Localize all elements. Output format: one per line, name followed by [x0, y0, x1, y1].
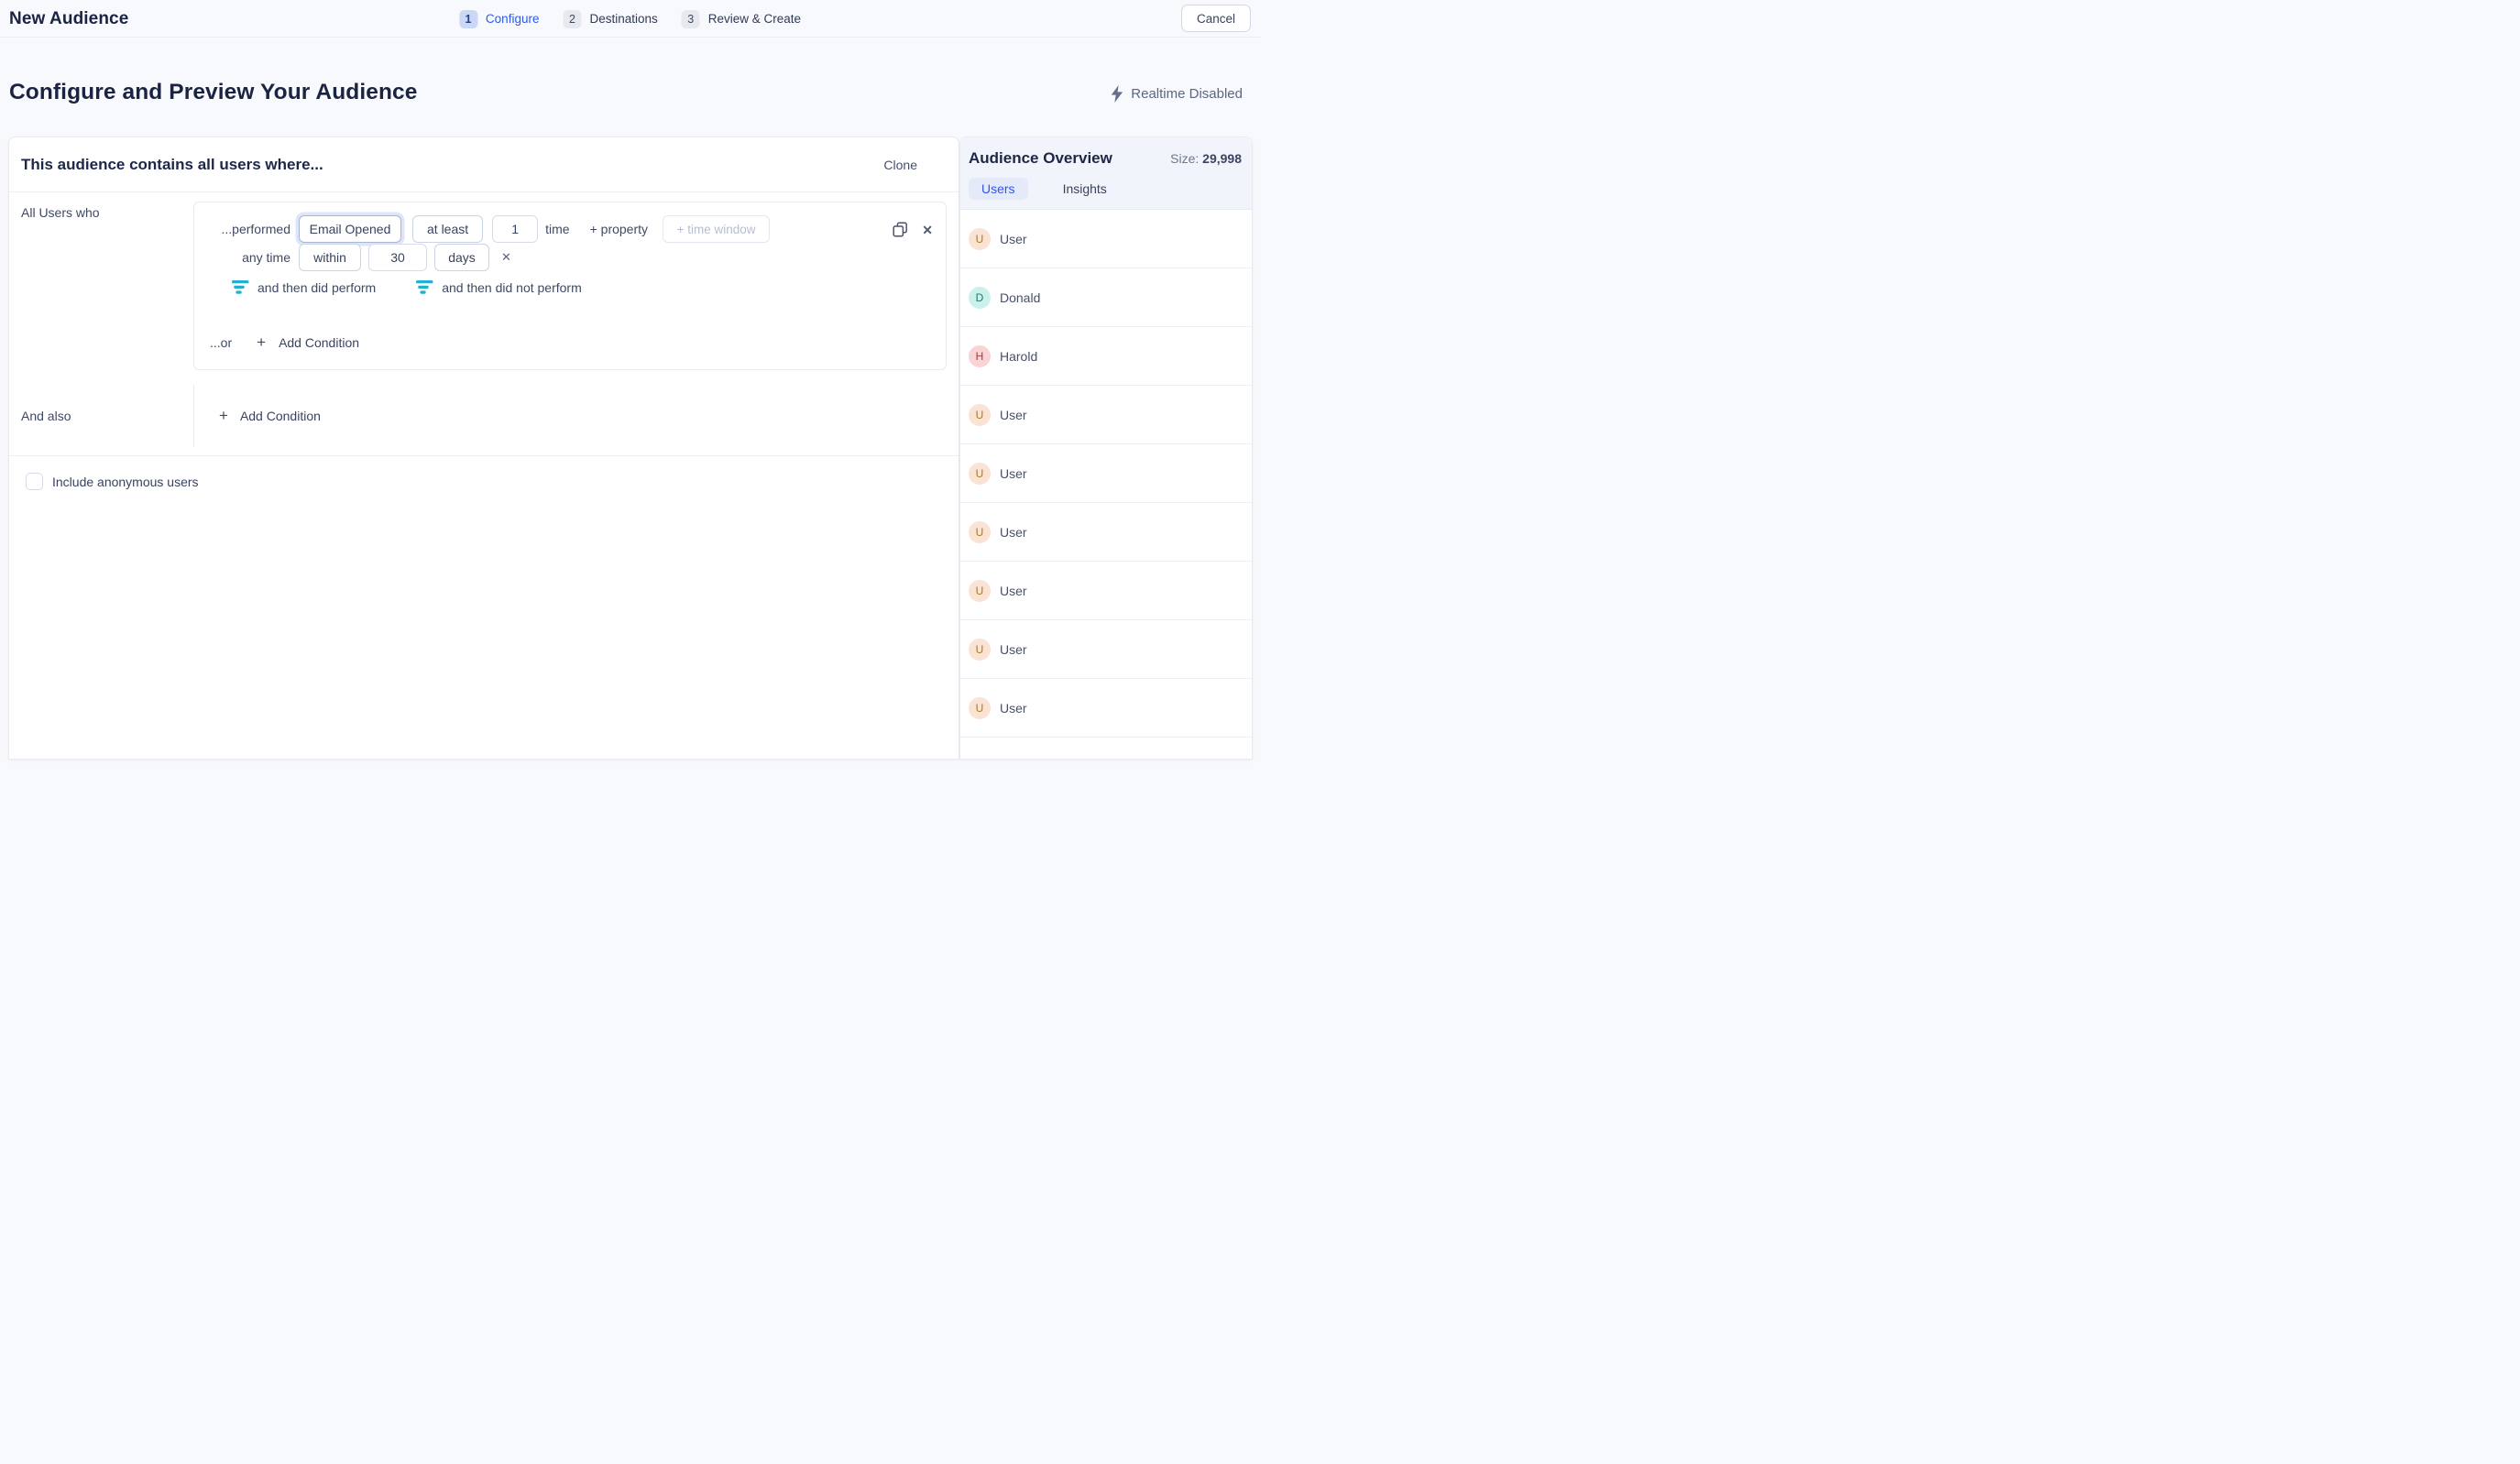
overview-tabs: Users Insights: [969, 178, 1120, 200]
plus-icon: +: [257, 333, 266, 352]
then-did-not-perform-button[interactable]: and then did not perform: [416, 280, 582, 295]
user-row[interactable]: H Harold: [960, 327, 1252, 386]
realtime-status: Realtime Disabled: [1111, 84, 1243, 103]
lightning-bolt-icon: [1111, 85, 1123, 103]
step-number-badge: 1: [459, 10, 477, 28]
funnel-filter-icon: [416, 280, 433, 294]
step-number-badge: 3: [682, 10, 700, 28]
time-window-row: any time within days ✕: [194, 244, 946, 271]
page-heading: Configure and Preview Your Audience: [9, 80, 418, 105]
builder-card-title: This audience contains all users where..…: [21, 156, 323, 174]
or-label: ...or: [210, 335, 232, 350]
event-select[interactable]: Email Opened: [299, 215, 401, 243]
then-did-perform-button[interactable]: and then did perform: [232, 280, 376, 295]
user-row[interactable]: D Donald: [960, 268, 1252, 327]
window-unit-select[interactable]: days: [434, 244, 489, 271]
overview-tab[interactable]: Insights: [1050, 178, 1120, 200]
user-name: User: [1000, 408, 1027, 422]
builder-header: This audience contains all users where..…: [9, 137, 959, 192]
include-anonymous-label: Include anonymous users: [52, 475, 199, 489]
or-add-condition-row: ...or + Add Condition: [194, 329, 946, 356]
condition-row-actions: ✕: [893, 222, 933, 237]
avatar: U: [969, 580, 991, 602]
plus-icon: +: [219, 407, 228, 425]
avatar: H: [969, 345, 991, 367]
user-row[interactable]: U User: [960, 679, 1252, 737]
size-label: Size:: [1170, 151, 1199, 166]
wizard-step[interactable]: 1 Configure: [459, 10, 540, 28]
condition-group: ...performed Email Opened at least time …: [193, 202, 947, 370]
avatar: U: [969, 463, 991, 485]
user-name: User: [1000, 701, 1027, 716]
user-row[interactable]: U User: [960, 386, 1252, 444]
cancel-button[interactable]: Cancel: [1181, 5, 1251, 32]
and-also-add-condition-button[interactable]: + Add Condition: [219, 404, 321, 428]
user-name: User: [1000, 642, 1027, 657]
performed-label: ...performed: [194, 222, 290, 236]
section-divider: [193, 385, 194, 447]
all-users-who-label: All Users who: [21, 205, 100, 220]
wizard-steps: 1 Configure 2 Destinations 3 Review & Cr…: [459, 0, 801, 38]
overview-header: Audience Overview Size: 29,998 Users Ins…: [960, 137, 1252, 210]
then-did-perform-label: and then did perform: [257, 280, 376, 295]
user-row[interactable]: U User: [960, 562, 1252, 620]
audience-size: Size: 29,998: [1170, 151, 1242, 166]
audience-overview-panel: Audience Overview Size: 29,998 Users Ins…: [959, 137, 1253, 759]
avatar: U: [969, 521, 991, 543]
anonymous-users-row: Include anonymous users: [26, 473, 199, 490]
funnel-filter-icon: [232, 280, 249, 294]
user-name: Donald: [1000, 290, 1040, 305]
count-input[interactable]: [492, 215, 538, 243]
page-title: New Audience: [9, 9, 128, 29]
avatar: D: [969, 287, 991, 309]
avatar: U: [969, 228, 991, 250]
step-label: Configure: [486, 12, 540, 26]
user-row[interactable]: U User: [960, 210, 1252, 268]
user-row[interactable]: U User: [960, 620, 1252, 679]
clone-button[interactable]: Clone: [883, 158, 917, 172]
avatar: U: [969, 697, 991, 719]
duplicate-condition-icon[interactable]: [893, 222, 908, 237]
avatar: U: [969, 639, 991, 661]
user-list: U User D Donald H Harold U User U User: [960, 210, 1252, 737]
then-did-not-perform-label: and then did not perform: [442, 280, 582, 295]
avatar: U: [969, 404, 991, 426]
audience-builder-card: This audience contains all users where..…: [8, 137, 959, 759]
add-property-button[interactable]: + property: [590, 222, 648, 236]
sequence-options-row: and then did perform and then did not pe…: [194, 279, 946, 295]
horizontal-divider: [9, 455, 959, 456]
user-row[interactable]: U User: [960, 503, 1252, 562]
user-name: Harold: [1000, 349, 1037, 364]
wizard-step[interactable]: 2 Destinations: [563, 10, 657, 28]
operator-select[interactable]: at least: [412, 215, 483, 243]
user-name: User: [1000, 584, 1027, 598]
count-unit-label: time: [545, 222, 569, 236]
step-label: Review & Create: [708, 12, 801, 26]
and-also-label: And also: [21, 409, 71, 423]
include-anonymous-checkbox[interactable]: [26, 473, 43, 490]
event-condition-row: ...performed Email Opened at least time …: [194, 215, 946, 243]
user-name: User: [1000, 232, 1027, 246]
time-window-input[interactable]: [663, 215, 770, 243]
top-bar: New Audience 1 Configure 2 Destinations …: [0, 0, 1260, 38]
overview-title: Audience Overview: [969, 149, 1112, 168]
any-time-label: any time: [194, 250, 290, 265]
or-add-condition-button[interactable]: Add Condition: [279, 335, 359, 350]
window-operator-select[interactable]: within: [299, 244, 361, 271]
window-count-input[interactable]: [368, 244, 427, 271]
overview-tab[interactable]: Users: [969, 178, 1028, 200]
size-value: 29,998: [1202, 151, 1242, 166]
add-condition-label: Add Condition: [240, 409, 321, 423]
user-row[interactable]: U User: [960, 444, 1252, 503]
user-name: User: [1000, 525, 1027, 540]
step-label: Destinations: [589, 12, 657, 26]
step-number-badge: 2: [563, 10, 581, 28]
wizard-step[interactable]: 3 Review & Create: [682, 10, 801, 28]
realtime-status-label: Realtime Disabled: [1131, 86, 1243, 102]
user-name: User: [1000, 466, 1027, 481]
